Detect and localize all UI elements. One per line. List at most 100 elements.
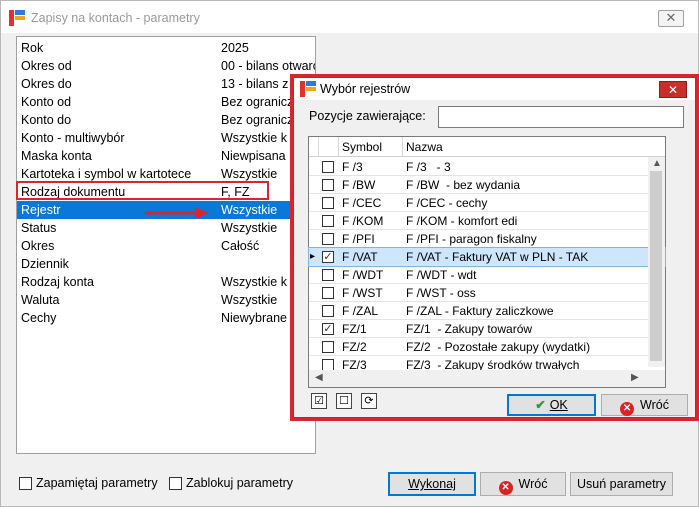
register-row[interactable]: F /3 F /3 - 3 [309, 158, 665, 176]
param-row[interactable]: Konto od Bez ogranicz [17, 93, 315, 111]
row-symbol: FZ/2 [342, 340, 367, 354]
scroll-thumb[interactable] [650, 171, 662, 361]
param-key: Waluta [21, 293, 60, 307]
scroll-up-icon[interactable]: ▲ [652, 158, 662, 169]
register-row[interactable]: F /KOM F /KOM - komfort edi [309, 212, 665, 230]
lock-checkbox[interactable] [169, 477, 182, 490]
row-name: F /KOM - komfort edi [406, 214, 518, 228]
param-key: Okres do [21, 77, 72, 91]
row-indicator [309, 176, 319, 194]
invert-selection-icon[interactable]: ⟳ [361, 393, 377, 409]
param-key: Rok [21, 41, 44, 55]
row-checkbox[interactable] [322, 269, 334, 281]
dialog-close-icon[interactable]: ✕ [659, 81, 687, 98]
row-checkbox[interactable] [322, 179, 334, 191]
cancel-icon: ✕ [498, 481, 513, 495]
header-name[interactable]: Nazwa [403, 137, 665, 157]
dialog-logo-icon [300, 81, 316, 97]
param-row[interactable]: Rodzaj konta Wszystkie k [17, 273, 315, 291]
row-checkbox[interactable] [322, 197, 334, 209]
row-checkbox[interactable] [322, 305, 334, 317]
highlight-rodzaj-dokumentu [16, 181, 269, 200]
dialog-back-button[interactable]: ✕ Wróć [601, 394, 688, 416]
row-symbol: F /WST [342, 286, 383, 300]
param-row[interactable]: Rok 2025 [17, 39, 315, 57]
param-row[interactable]: Okres do 13 - bilans z [17, 75, 315, 93]
param-row[interactable]: Konto - multiwybór Wszystkie k [17, 129, 315, 147]
row-name: F /3 - 3 [406, 160, 451, 174]
param-value: Bez ogranicz [221, 95, 294, 109]
param-row[interactable]: Cechy Niewybrane [17, 309, 315, 327]
register-row[interactable]: F /WST F /WST - oss [309, 284, 665, 302]
param-key: Okres od [21, 59, 72, 73]
row-symbol: F /ZAL [342, 304, 379, 318]
scroll-right-icon[interactable]: ▶ [631, 372, 639, 383]
row-indicator: ▸ [310, 251, 316, 262]
param-value: Wszystkie [221, 293, 278, 307]
vertical-scrollbar[interactable]: ▲ [648, 157, 665, 367]
param-value: Całość [221, 239, 260, 253]
register-row[interactable]: FZ/2 FZ/2 - Pozostałe zakupy (wydatki) [309, 338, 665, 356]
row-checkbox[interactable] [322, 161, 334, 173]
uncheck-all-icon[interactable]: ☐ [336, 393, 352, 409]
row-checkbox[interactable] [322, 233, 334, 245]
back-label: Wróć [518, 477, 548, 491]
check-all-icon[interactable]: ☑ [311, 393, 327, 409]
row-symbol: F /BW [342, 178, 376, 192]
param-value: 13 - bilans z [221, 77, 289, 91]
param-row[interactable]: Konto do Bez ogranicz [17, 111, 315, 129]
param-key: Dziennik [21, 257, 69, 271]
horizontal-scrollbar[interactable]: ◀ ▶ [309, 370, 665, 387]
param-value: Niewybrane [221, 311, 288, 325]
param-key: Cechy [21, 311, 57, 325]
search-label: Pozycje zawierające: [309, 109, 426, 123]
row-name: F /CEC - cechy [406, 196, 488, 210]
row-indicator [309, 320, 319, 338]
param-value: 00 - bilans otwarcia [221, 59, 315, 73]
header-indicator [309, 137, 319, 157]
row-checkbox[interactable] [322, 287, 334, 299]
param-row[interactable]: Dziennik [17, 255, 315, 273]
register-grid[interactable]: Symbol Nazwa F /3 F /3 - 3 F /BW F /BW - be… [308, 136, 666, 388]
register-row[interactable]: F /WDT F /WDT - wdt [309, 266, 665, 284]
register-row[interactable]: ▸ ✓ F /VAT F /VAT - Faktury VAT w PLN - TAK [308, 247, 666, 267]
param-row[interactable]: Waluta Wszystkie [17, 291, 315, 309]
back-button[interactable]: ✕ Wróć [480, 472, 566, 496]
param-row[interactable]: Okres Całość [17, 237, 315, 255]
row-checkbox[interactable]: ✓ [322, 323, 334, 335]
register-row[interactable]: F /PFI F /PFI - paragon fiskalny [309, 230, 665, 248]
window-title: Zapisy na kontach - parametry [31, 11, 200, 25]
row-checkbox[interactable]: ✓ [322, 251, 334, 263]
register-row[interactable]: F /CEC F /CEC - cechy [309, 194, 665, 212]
header-checkbox [319, 137, 339, 157]
row-checkbox[interactable] [322, 215, 334, 227]
cancel-icon: ✕ [620, 402, 635, 416]
remember-checkbox[interactable] [19, 477, 32, 490]
row-checkbox[interactable] [322, 341, 334, 353]
delete-params-button[interactable]: Usuń parametry [570, 472, 673, 496]
row-indicator [309, 158, 319, 176]
close-icon[interactable]: ✕ [658, 10, 684, 27]
search-input[interactable] [438, 106, 684, 128]
ok-button[interactable]: ✔ OK [507, 394, 596, 416]
arrow-annotation-icon [145, 207, 209, 219]
header-symbol[interactable]: Symbol [339, 137, 403, 157]
row-symbol: F /CEC [342, 196, 382, 210]
row-name: F /ZAL - Faktury zaliczkowe [406, 304, 554, 318]
register-row[interactable]: F /ZAL F /ZAL - Faktury zaliczkowe [309, 302, 665, 320]
row-indicator [309, 284, 319, 302]
execute-button[interactable]: Wykonaj [388, 472, 476, 496]
register-row[interactable]: ✓ FZ/1 FZ/1 - Zakupy towarów [309, 320, 665, 338]
parameter-list[interactable]: Rok2025Okres od00 - bilans otwarciaOkres… [16, 36, 316, 454]
dialog-title-bar: Wybór rejestrów ✕ [294, 78, 695, 100]
ok-label: OK [549, 398, 568, 412]
register-row[interactable]: F /BW F /BW - bez wydania [309, 176, 665, 194]
param-key: Konto od [21, 95, 72, 109]
remember-label: Zapamiętaj parametry [36, 476, 158, 490]
scroll-left-icon[interactable]: ◀ [315, 372, 323, 383]
dialog-back-label: Wróć [640, 398, 669, 412]
param-row[interactable]: Okres od 00 - bilans otwarcia [17, 57, 315, 75]
param-row[interactable]: Maska konta Niewpisana [17, 147, 315, 165]
grid-header: Symbol Nazwa [309, 137, 665, 157]
param-row[interactable]: Status Wszystkie [17, 219, 315, 237]
